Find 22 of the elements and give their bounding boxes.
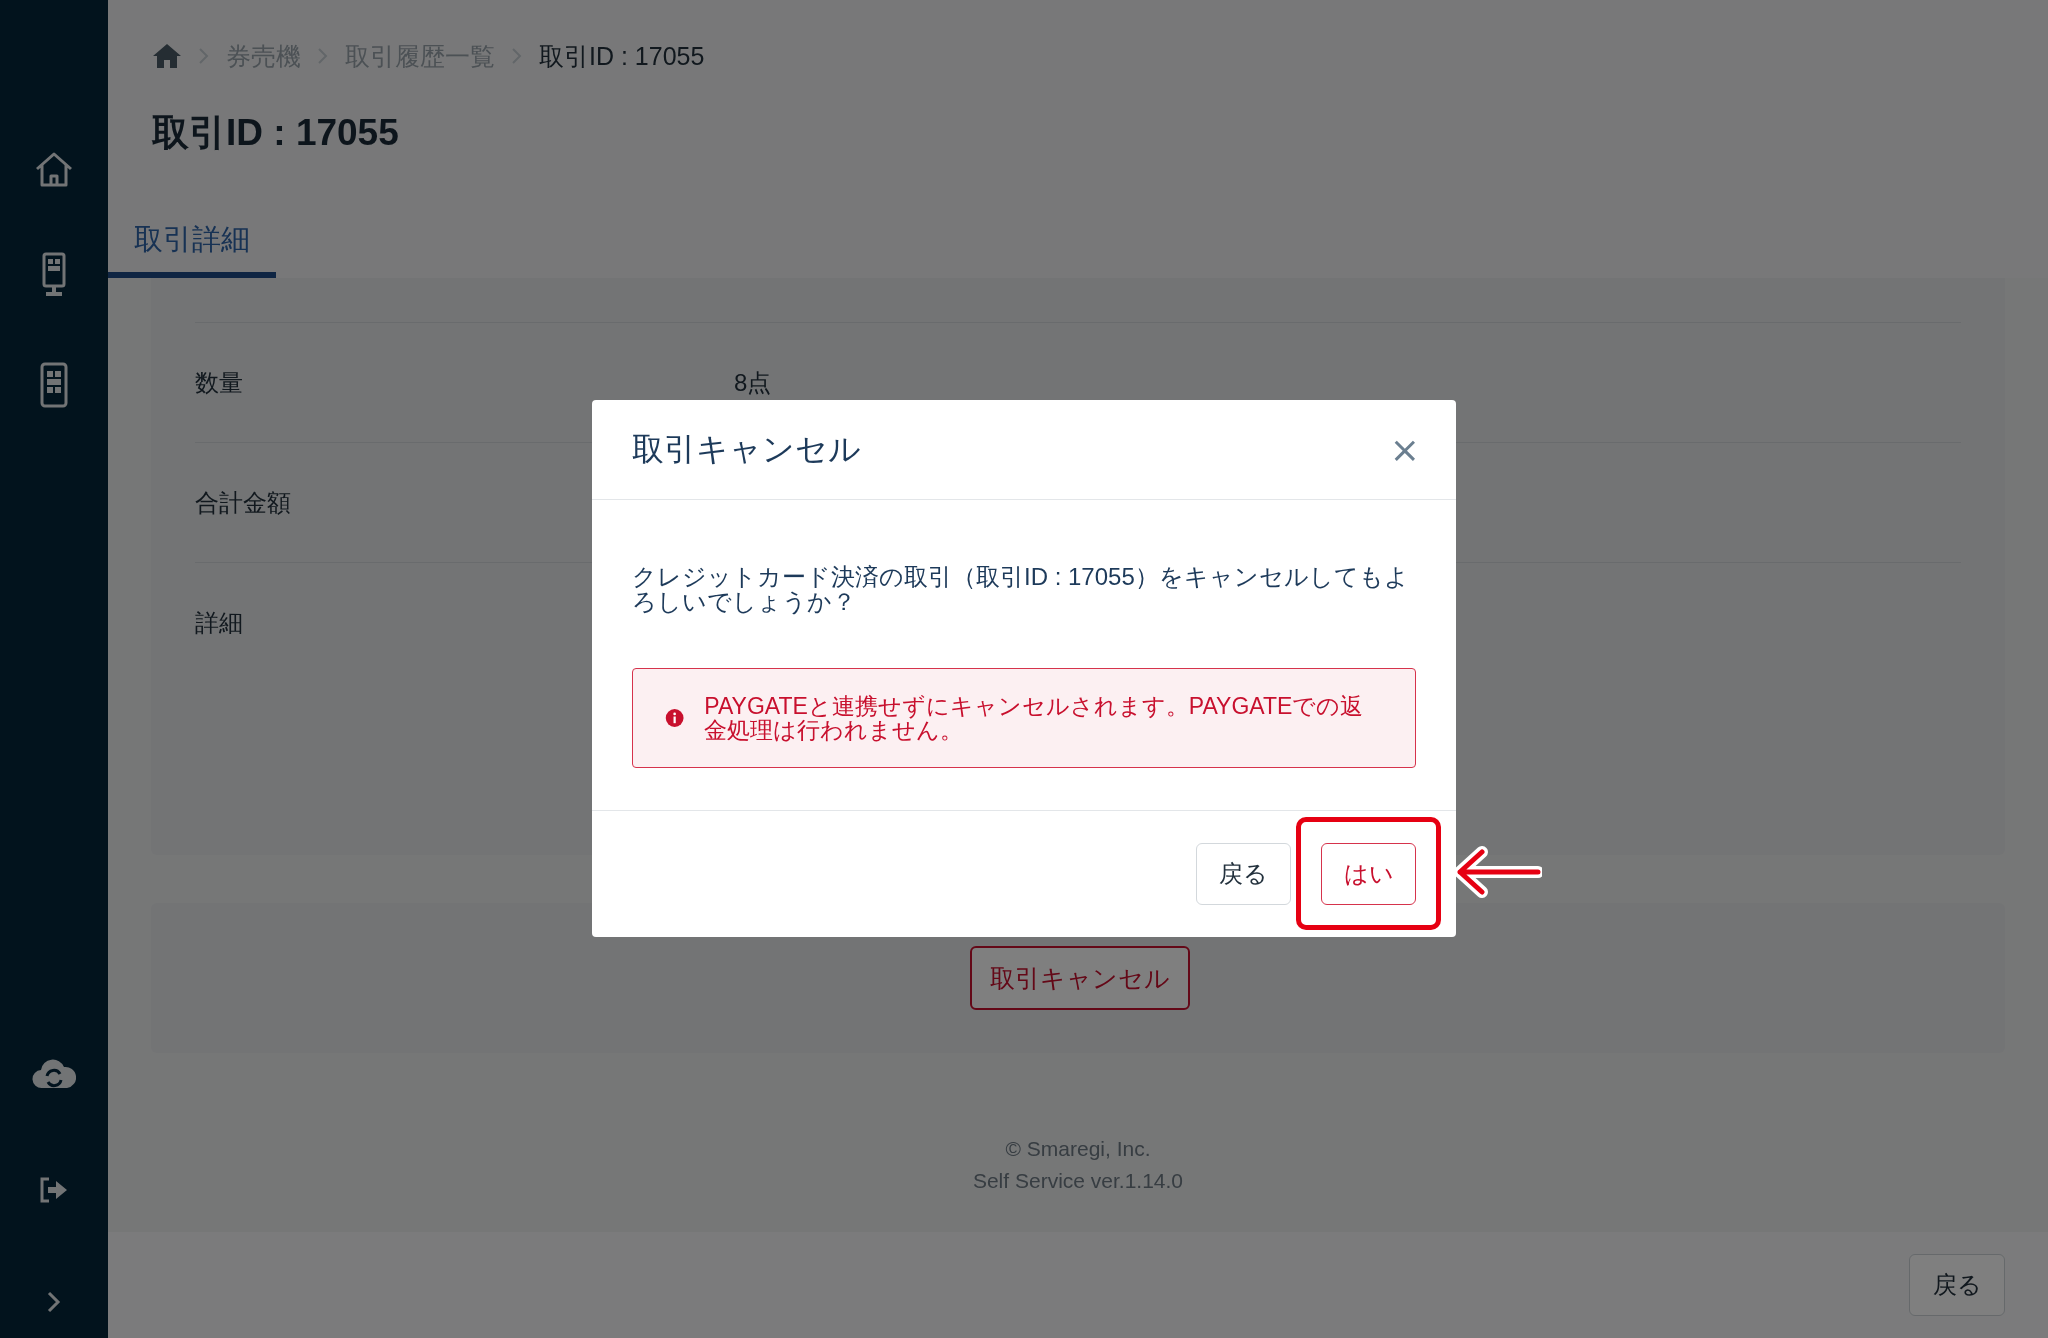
copyright-text: © Smaregi, Inc. — [1005, 1137, 1151, 1161]
detail-label: 数量 — [195, 367, 244, 398]
kiosk-icon[interactable] — [41, 252, 67, 298]
dialog-title: 取引キャンセル — [632, 429, 861, 469]
close-button[interactable]: × — [1383, 431, 1426, 468]
breadcrumb-current: 取引ID : 17055 — [539, 40, 705, 72]
home-icon[interactable] — [152, 43, 182, 69]
tablet-icon[interactable] — [39, 362, 69, 408]
alert-text: PAYGATEと連携せずにキャンセルされます。PAYGATEでの返金処理は行われません。 — [704, 694, 1365, 743]
confirm-message: クレジットカード決済の取引（取引ID : 17055）をキャンセルしてもよろしいでしょうか？ — [632, 564, 1410, 615]
cloud-sync-icon[interactable] — [32, 1058, 76, 1090]
back-button[interactable]: 戻る — [1196, 843, 1291, 905]
detail-label: 合計金額 — [195, 487, 292, 518]
expand-icon[interactable] — [46, 1290, 62, 1314]
confirm-button[interactable]: はい — [1321, 843, 1416, 905]
home-icon[interactable] — [34, 150, 74, 188]
cancel-transaction-button[interactable]: 取引キャンセル — [970, 946, 1190, 1010]
detail-label: 詳細 — [195, 607, 244, 638]
version-text: Self Service ver.1.14.0 — [972, 1169, 1184, 1193]
back-button[interactable]: 戻る — [1909, 1254, 2005, 1316]
page-title: 取引ID : 17055 — [152, 111, 400, 155]
detail-value: 8点 — [734, 367, 772, 398]
